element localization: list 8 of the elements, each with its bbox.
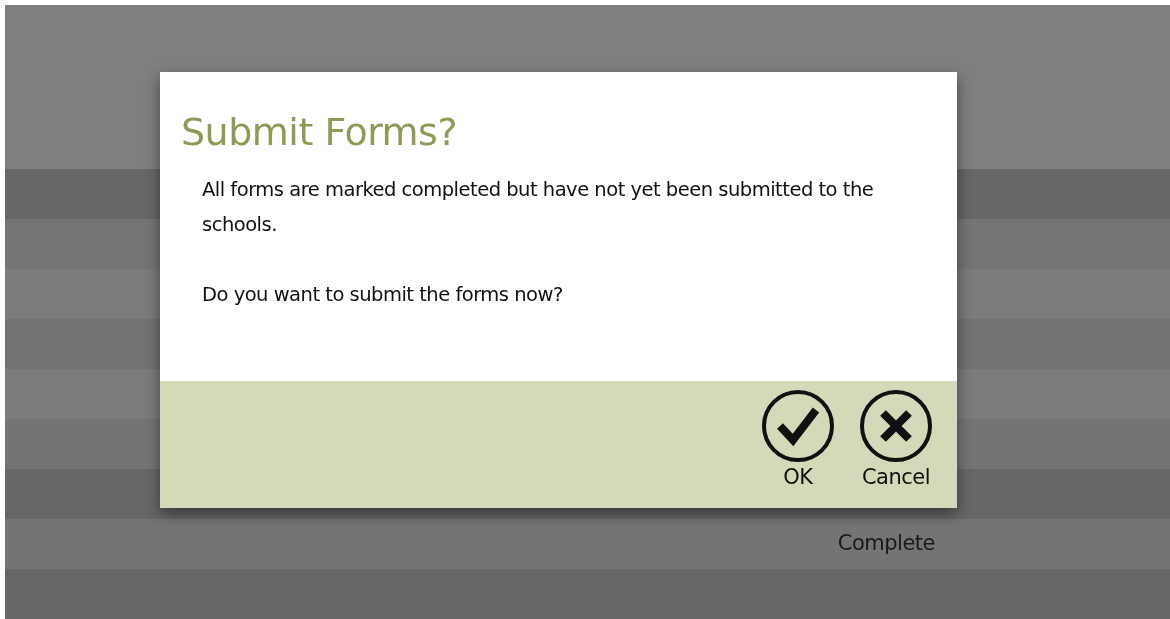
message-text: Do you want to submit the forms now?: [202, 281, 564, 308]
ok-button[interactable]: OK: [757, 388, 839, 492]
message-text: All forms are marked completed but have not yet been submitted to the schools.: [202, 176, 875, 238]
check-icon: [760, 388, 836, 464]
cancel-button[interactable]: Cancel: [855, 388, 937, 492]
status-text: Complete: [837, 530, 935, 558]
close-icon: [858, 388, 934, 464]
dialog-title: Submit Forms?: [181, 110, 459, 156]
